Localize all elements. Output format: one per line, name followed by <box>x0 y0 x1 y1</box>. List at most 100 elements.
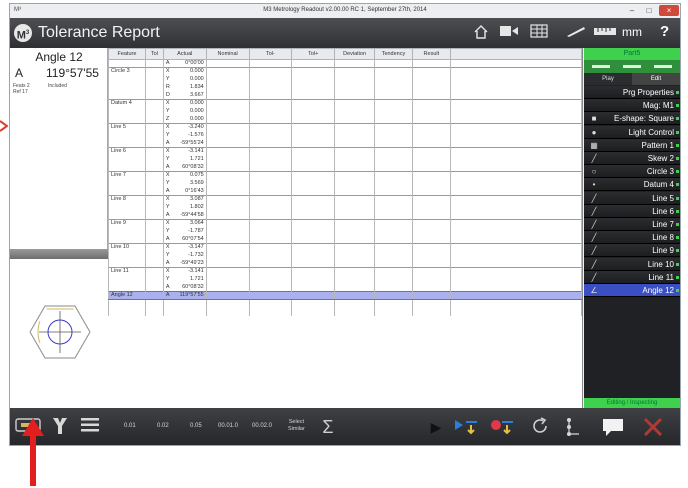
program-step-item[interactable]: Prg Properties <box>584 86 680 99</box>
table-row[interactable]: A 60°07'54 <box>108 235 582 244</box>
table-row[interactable]: Angle 12 A 119°57'55 <box>108 291 582 300</box>
tab-edit[interactable]: Edit <box>632 73 680 85</box>
col-header-tol[interactable]: Tol <box>144 48 164 60</box>
program-step-item[interactable]: ○ Circle 3 <box>584 165 680 179</box>
table-row[interactable]: Y 1.721 <box>108 275 582 284</box>
program-step-item[interactable]: ╱ Line 6 <box>584 204 680 218</box>
table-row[interactable]: A 0°16'43 <box>108 187 582 196</box>
table-row[interactable]: Y -1.787 <box>108 227 582 236</box>
program-step-item[interactable]: ∠ Angle 12 <box>584 284 680 297</box>
col-header-feature[interactable]: Feature <box>108 48 146 60</box>
send-to-report-icon[interactable] <box>452 416 480 438</box>
col-header-tendency[interactable]: Tendency <box>374 48 413 60</box>
resolution-001-button[interactable]: 0.01 <box>124 423 136 429</box>
grid-icon[interactable] <box>528 24 550 42</box>
program-step-item[interactable]: ╱ Line 9 <box>584 244 680 258</box>
cell-nominal <box>205 91 250 100</box>
col-header-deviation[interactable]: Deviation <box>334 48 376 60</box>
close-button[interactable]: × <box>659 5 679 16</box>
resolution-002-button[interactable]: 0.02 <box>157 423 169 429</box>
table-row[interactable]: Line 10 X -3.147 <box>108 243 582 252</box>
cell-actual: X -3.147 <box>162 243 207 252</box>
table-row[interactable]: Y 3.569 <box>108 179 582 188</box>
table-row[interactable]: Y 0.000 <box>108 107 582 116</box>
program-step-label: Line 7 <box>652 220 674 229</box>
col-header-tol-minus[interactable]: Tol- <box>248 48 293 60</box>
cell-nominal <box>205 59 250 68</box>
cell-tol-minus <box>248 75 293 84</box>
cell-tendency <box>374 107 413 116</box>
table-row[interactable]: A -59°55'24 <box>108 139 582 148</box>
table-row[interactable]: Y -1.576 <box>108 131 582 140</box>
record-icon[interactable] <box>488 416 516 438</box>
table-row[interactable]: A -59°44'58 <box>108 211 582 220</box>
col-header-result[interactable]: Result <box>411 48 451 60</box>
cell-feature <box>108 59 146 68</box>
table-row[interactable]: A 60°08'32 <box>108 283 582 292</box>
cell-deviation <box>334 155 376 164</box>
table-row[interactable]: Z 0.000 <box>108 115 582 124</box>
program-step-item[interactable]: ╱ Line 5 <box>584 191 680 205</box>
repeat-icon[interactable] <box>528 416 552 438</box>
program-step-item[interactable]: • Datum 4 <box>584 178 680 192</box>
probe-icon[interactable] <box>565 24 587 42</box>
table-row[interactable]: Line 9 X 3.064 <box>108 219 582 228</box>
comment-icon[interactable] <box>600 416 626 438</box>
col-header-tol-plus[interactable]: Tol+ <box>291 48 336 60</box>
program-step-item[interactable]: ╱ Line 10 <box>584 257 680 271</box>
home-icon[interactable] <box>471 24 491 42</box>
program-step-item[interactable]: Mag: M1 <box>584 99 680 113</box>
camera-icon[interactable] <box>498 24 520 42</box>
program-step-item[interactable]: ╱ Line 7 <box>584 218 680 231</box>
program-step-item[interactable]: ╱ Line 11 <box>584 270 680 284</box>
table-row[interactable]: Y 0.000 <box>108 75 582 84</box>
table-row[interactable]: Line 8 X 3.087 <box>108 195 582 204</box>
table-row[interactable]: R 1.834 <box>108 83 582 92</box>
cell-spare <box>449 187 582 196</box>
part-name[interactable]: Part5 <box>584 48 680 60</box>
play-icon[interactable]: ▶ <box>427 416 445 438</box>
select-similar-button[interactable]: Select Similar <box>288 419 305 433</box>
program-step-item[interactable]: ● Light Control <box>584 125 680 139</box>
tab-play[interactable]: Play <box>584 73 632 85</box>
ruler-icon[interactable] <box>592 24 618 42</box>
panel-splitter[interactable] <box>10 249 108 259</box>
program-step-item[interactable]: ╱ Skew 2 <box>584 152 680 165</box>
steps-icon[interactable] <box>561 416 585 438</box>
cell-tol-minus <box>248 195 293 204</box>
table-row[interactable]: A -59°49'23 <box>108 259 582 268</box>
resolution-0010-button[interactable]: 00.01.0 <box>218 423 238 429</box>
cell-axis: Y <box>165 203 170 210</box>
mode-segment[interactable] <box>623 65 641 68</box>
minimize-button[interactable]: – <box>624 5 640 16</box>
menu-icon[interactable] <box>78 416 102 438</box>
help-icon[interactable]: ? <box>660 23 669 40</box>
sum-icon[interactable]: Σ <box>317 416 339 438</box>
cell-tol-minus <box>248 283 293 292</box>
col-header-nominal[interactable]: Nominal <box>205 48 250 60</box>
table-row[interactable]: Line 5 X -3.240 <box>108 123 582 132</box>
table-row[interactable]: Line 11 X -3.141 <box>108 267 582 276</box>
program-step-item[interactable]: ╱ Line 8 <box>584 231 680 245</box>
table-row[interactable]: Line 6 X -3.141 <box>108 147 582 156</box>
measure-tool-icon[interactable] <box>48 416 72 438</box>
table-row[interactable]: A 0°00'00 <box>108 59 582 68</box>
mode-segment[interactable] <box>592 65 610 68</box>
table-row[interactable]: Line 7 X 0.075 <box>108 171 582 180</box>
table-row[interactable]: Datum 4 X 0.000 <box>108 99 582 108</box>
resolution-005-button[interactable]: 0.05 <box>190 423 202 429</box>
table-row[interactable]: Y 1.721 <box>108 155 582 164</box>
table-row[interactable]: D 3.667 <box>108 91 582 100</box>
program-step-item[interactable]: ■ E-shape: Square <box>584 112 680 126</box>
delete-icon[interactable] <box>640 416 666 438</box>
maximize-button[interactable]: □ <box>641 5 657 16</box>
table-row[interactable]: A 60°08'32 <box>108 163 582 172</box>
units-toggle[interactable]: mm <box>622 25 642 39</box>
table-row[interactable]: Y 1.802 <box>108 203 582 212</box>
table-row[interactable]: Circle 3 X 0.000 <box>108 67 582 76</box>
mode-segment[interactable] <box>654 65 672 68</box>
program-step-item[interactable]: ▦ Pattern 1 <box>584 138 680 152</box>
col-header-actual[interactable]: Actual <box>162 48 207 60</box>
table-row[interactable]: Y -1.732 <box>108 251 582 260</box>
resolution-0020-button[interactable]: 00.02.0 <box>252 423 272 429</box>
